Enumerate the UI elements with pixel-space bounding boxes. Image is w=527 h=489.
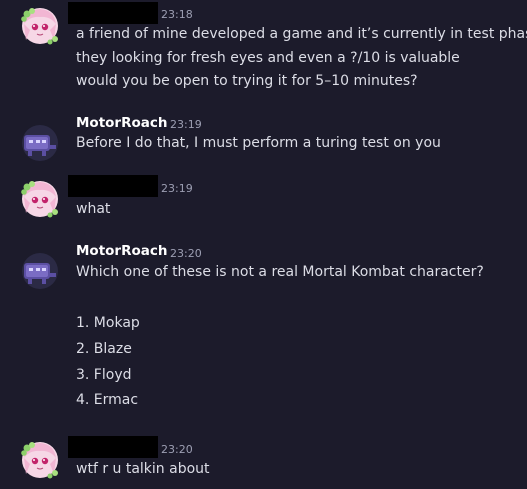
message-line: they looking for fresh eyes and even a ?… [76, 50, 460, 66]
message-line: Before I do that, I must perform a turin… [76, 135, 441, 151]
robot-roach-avatar-icon[interactable] [20, 123, 60, 163]
message-line: would you be open to trying it for 5–10 … [76, 73, 418, 89]
redacted-username [68, 175, 158, 197]
message-line: 3. Floyd [76, 367, 132, 383]
message-timestamp: 23:19 [170, 118, 202, 131]
username[interactable]: MotorRoach [76, 115, 168, 131]
message-timestamp: 23:20 [170, 247, 202, 260]
anime-avatar-icon[interactable] [20, 440, 60, 480]
message-line: 2. Blaze [76, 341, 132, 357]
message-timestamp: 23:20 [161, 443, 193, 456]
redacted-username [68, 436, 158, 458]
message-timestamp: 23:19 [161, 182, 193, 195]
anime-avatar-icon[interactable] [20, 179, 60, 219]
message-line: 4. Ermac [76, 392, 139, 408]
message-line: wtf r u talkin about [76, 461, 210, 477]
redacted-username [68, 2, 158, 24]
anime-avatar-icon[interactable] [20, 6, 60, 46]
message-timestamp: 23:18 [161, 8, 193, 21]
robot-roach-avatar-icon[interactable] [20, 251, 60, 291]
username[interactable]: MotorRoach [76, 243, 168, 259]
message-line: what [76, 201, 111, 217]
message-line: a friend of mine developed a game and it… [76, 26, 527, 42]
message-line: 1. Mokap [76, 315, 140, 331]
message-line: Which one of these is not a real Mortal … [76, 264, 484, 280]
